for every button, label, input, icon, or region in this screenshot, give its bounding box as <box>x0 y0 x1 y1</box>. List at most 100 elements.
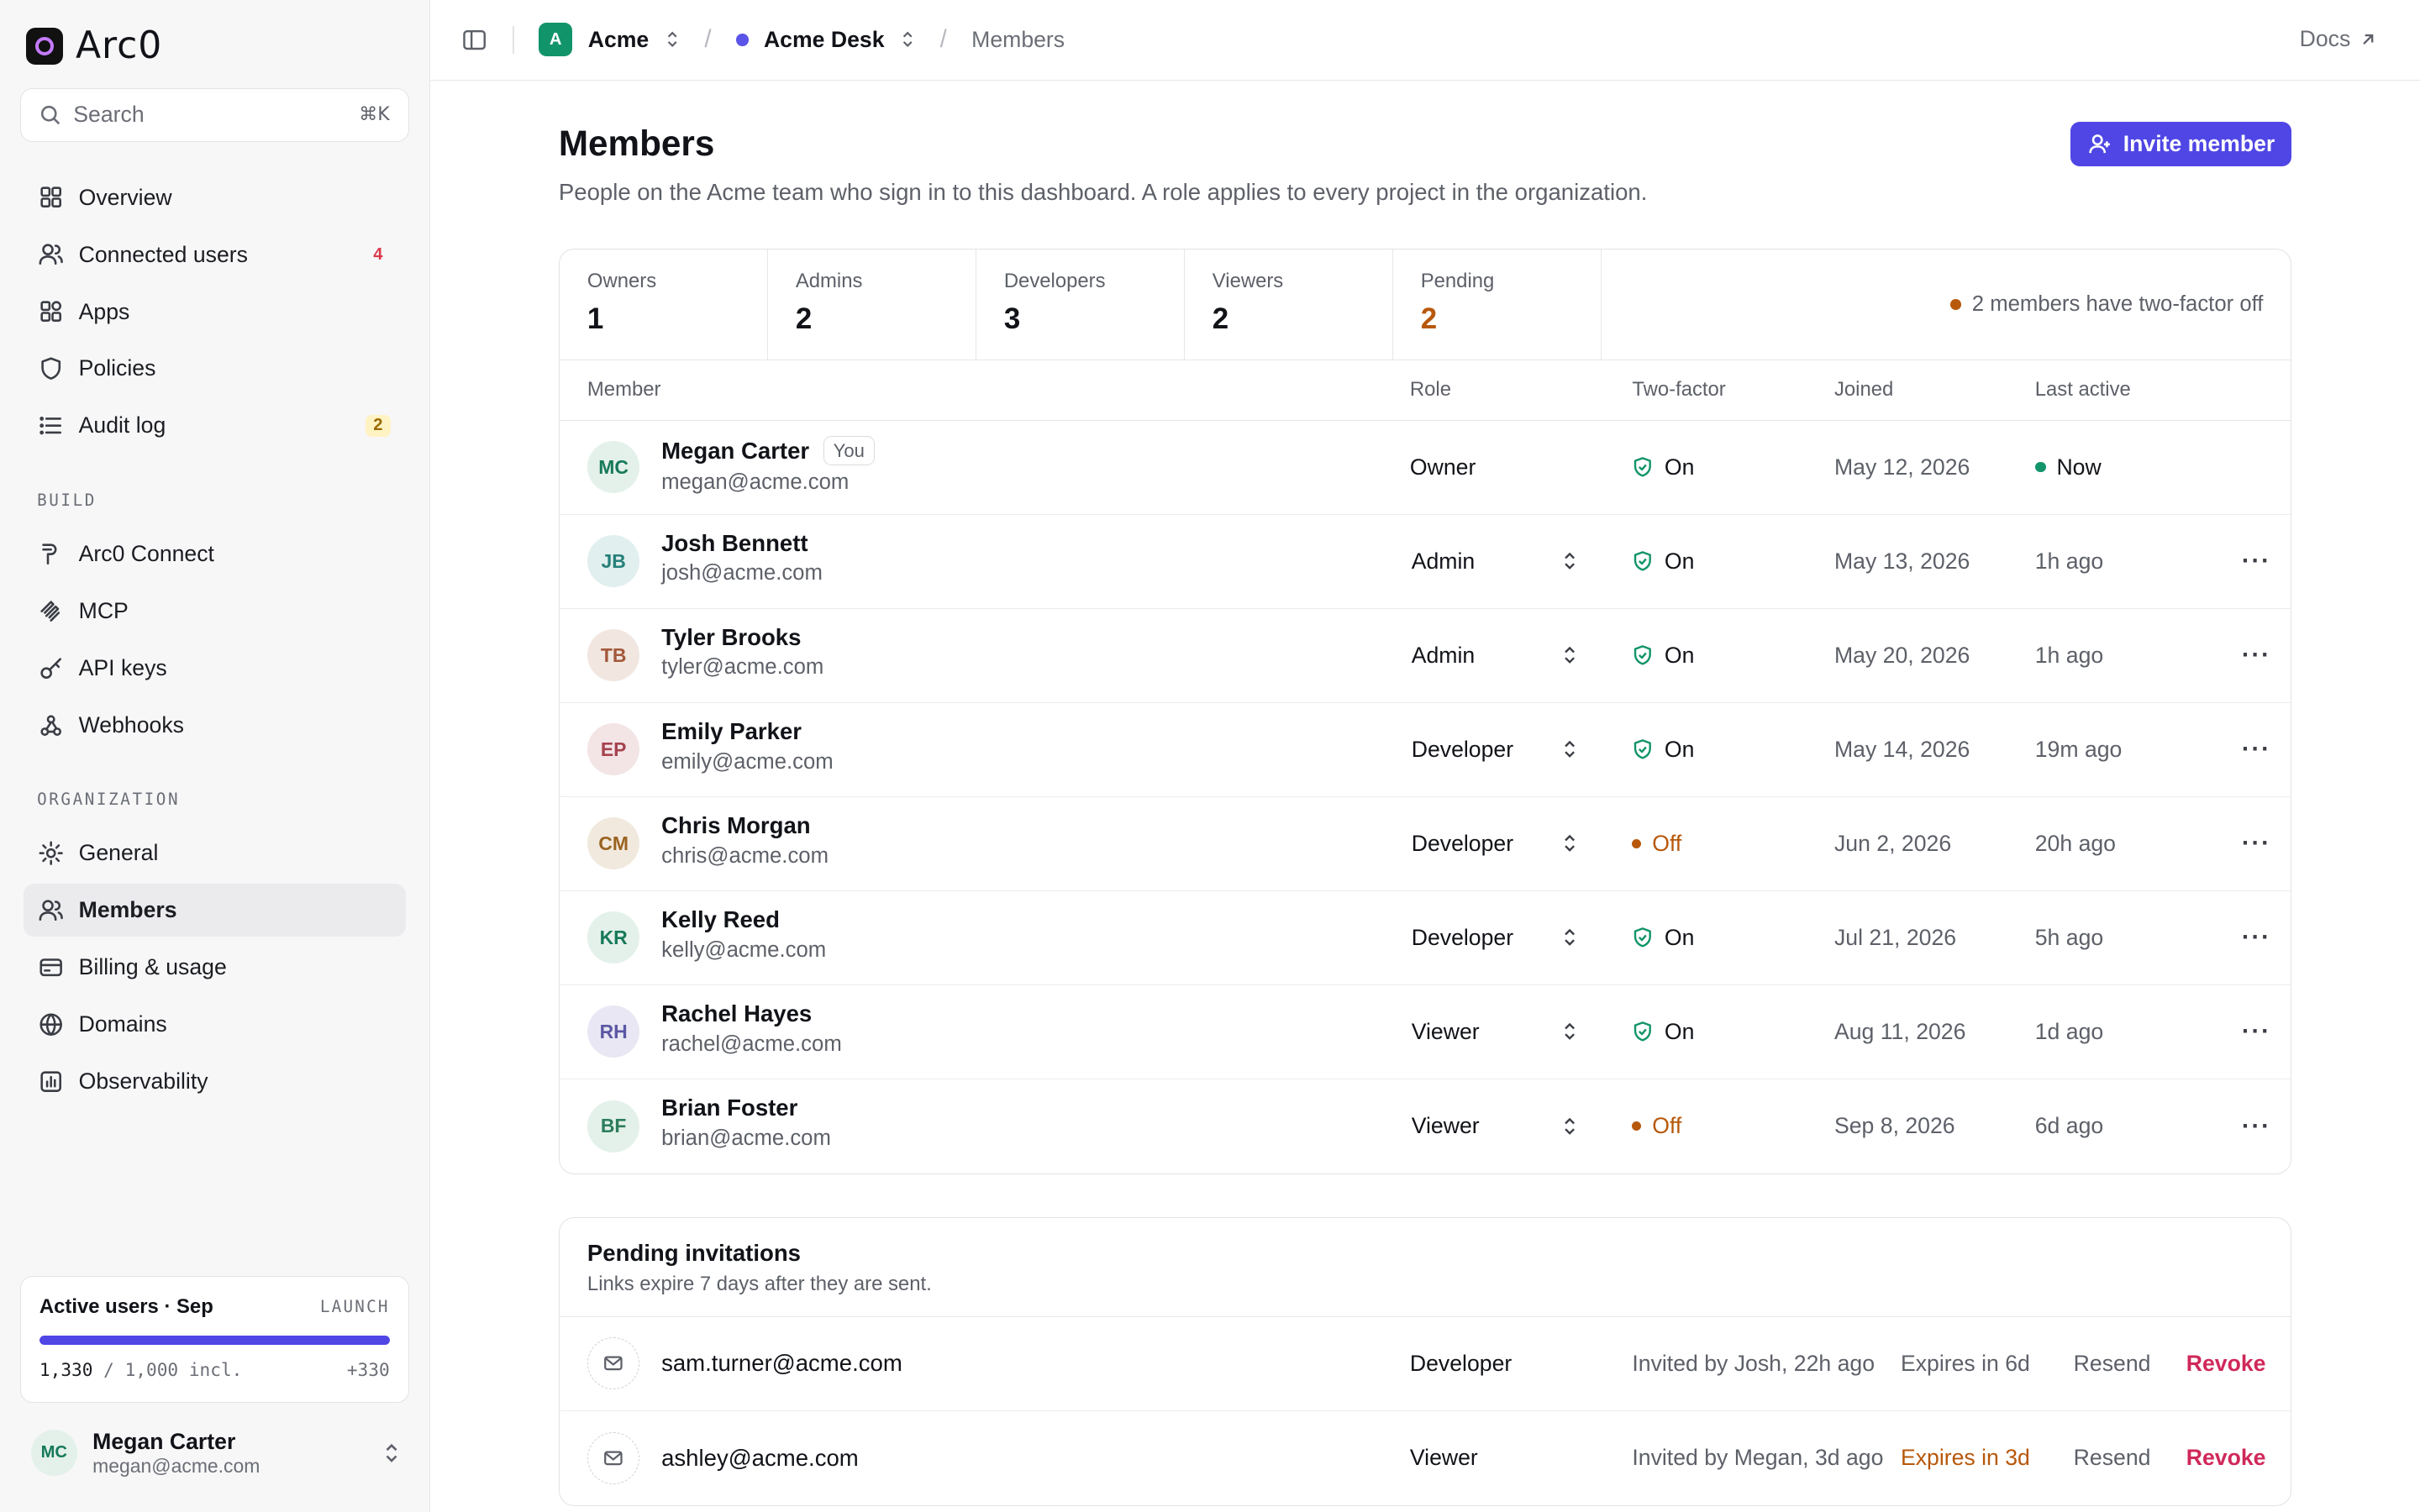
sidebar-item-arc0-connect[interactable]: Arc0 Connect <box>24 528 407 580</box>
search-input[interactable]: Search ⌘K <box>19 87 409 142</box>
member-name: Rachel Hayes <box>661 1000 813 1027</box>
two-factor-status: On <box>1632 643 1694 669</box>
last-active: 1d ago <box>2034 1018 2104 1044</box>
sidebar-item-connected-users[interactable]: Connected users 4 <box>24 228 407 281</box>
more-actions-icon[interactable]: ··· <box>2242 1112 2271 1141</box>
avatar: BF <box>587 1100 640 1152</box>
more-actions-icon[interactable]: ··· <box>2242 1017 2271 1046</box>
logo[interactable]: Arc0 <box>26 24 162 67</box>
stat-admins: Admins 2 <box>768 249 976 360</box>
list-item: sam.turner@acme.com Developer Invited by J… <box>559 1317 2291 1411</box>
chevron-updown-icon[interactable] <box>900 29 915 50</box>
revoke-button[interactable]: Revoke <box>2186 1351 2266 1377</box>
table-row: MC Megan Carter You megan@acme.com Owner On Ma… <box>559 421 2291 515</box>
sidebar-item-label: Webhooks <box>78 711 184 738</box>
usage-card[interactable]: Active users · Sep LAUNCH 1,330 / 1,000 … <box>19 1275 409 1403</box>
resend-button[interactable]: Resend <box>2074 1351 2151 1377</box>
sidebar-item-general[interactable]: General <box>24 827 407 879</box>
breadcrumb: A Acme / Acme Desk / Members <box>461 23 1065 57</box>
sidebar: Arc0 Search ⌘K Overview Connected users 4 A… <box>0 0 431 1512</box>
list-item: ashley@acme.com Viewer Invited by Megan, 3… <box>560 1411 2291 1505</box>
sidebar-item-policies[interactable]: Policies <box>24 343 407 395</box>
column-role: Role <box>1409 378 1451 402</box>
avatar: KR <box>587 911 640 964</box>
role-select[interactable]: Developer <box>1412 831 1578 857</box>
member-info: Josh Bennett josh@acme.com <box>661 530 823 586</box>
user-menu[interactable]: MC Megan Carter megan@acme.com <box>30 1429 402 1478</box>
sidebar-item-observability[interactable]: Observability <box>24 1055 407 1107</box>
role-label: Viewer <box>1411 1113 1480 1139</box>
stat-pending: Pending 2 <box>1393 249 1602 360</box>
breadcrumb-org[interactable]: Acme <box>588 27 650 53</box>
two-factor-cell: On <box>1632 454 1694 480</box>
sidebar-item-webhooks[interactable]: Webhooks <box>24 699 407 751</box>
invite-expiry: Expires in 6d <box>1900 1350 2030 1376</box>
role-select[interactable]: Developer <box>1412 925 1578 951</box>
breadcrumb-project[interactable]: Acme Desk <box>764 27 885 53</box>
stat-viewers: Viewers 2 <box>1185 249 1393 360</box>
joined-date: May 20, 2026 <box>1833 642 1970 668</box>
more-actions-icon[interactable]: ··· <box>2242 547 2271 575</box>
sidebar-item-label: Connected users <box>78 241 248 267</box>
invite-role: Viewer <box>1409 1445 1478 1471</box>
chevron-updown-icon[interactable] <box>665 29 680 50</box>
more-actions-icon[interactable]: ··· <box>2242 735 2271 764</box>
last-active-label: Now <box>2056 454 2102 480</box>
member-name: Josh Bennett <box>661 529 808 556</box>
shield-check-icon <box>1634 551 1652 571</box>
chevron-updown-icon <box>1565 647 1575 664</box>
member-email: megan@acme.com <box>661 470 850 494</box>
globe-icon <box>39 1013 62 1036</box>
sidebar-item-apps[interactable]: Apps <box>24 286 407 338</box>
chevron-updown-icon <box>1565 1117 1575 1135</box>
resend-button[interactable]: Resend <box>2074 1445 2151 1471</box>
role-select[interactable]: Admin <box>1412 549 1578 575</box>
member-name: Emily Parker <box>661 718 802 744</box>
column-last-active: Last active <box>2034 378 2131 402</box>
more-actions-icon[interactable]: ··· <box>2242 923 2271 952</box>
shield-check-icon <box>1634 927 1652 948</box>
two-factor-status: Off <box>1632 1113 1681 1139</box>
breadcrumb-separator: / <box>704 25 712 54</box>
two-factor-cell: On <box>1632 925 1694 951</box>
revoke-button[interactable]: Revoke <box>2186 1445 2266 1471</box>
sidebar-item-domains[interactable]: Domains <box>24 998 407 1050</box>
sidebar-item-label: Observability <box>78 1068 208 1095</box>
stat-label: Admins <box>795 269 863 292</box>
more-actions-icon[interactable]: ··· <box>2242 641 2271 669</box>
table-header: Member Role Two-factor Joined Last activ… <box>559 360 2291 421</box>
member-name: Kelly Reed <box>661 906 780 933</box>
invite-mail-badge <box>587 1336 640 1390</box>
two-factor-cell: Off <box>1632 1113 1681 1139</box>
sidebar-item-members[interactable]: Members <box>23 884 407 937</box>
role-select[interactable]: Viewer <box>1412 1019 1578 1045</box>
two-factor-cell: On <box>1632 549 1694 575</box>
stat-value: 3 <box>1003 302 1021 335</box>
role-label: Developer <box>1411 736 1514 762</box>
key-icon <box>40 657 61 679</box>
stat-value: 2 <box>1420 302 1438 335</box>
invite-member-button[interactable]: Invite member <box>2070 122 2292 167</box>
members-card: Owners 1 Admins 2 Developers 3 Viewers 2 Pending… <box>558 248 2292 1174</box>
invite-member-label: Invite member <box>2123 131 2275 157</box>
users-icon <box>39 244 63 265</box>
role-select[interactable]: Viewer <box>1412 1113 1578 1139</box>
role-select[interactable]: Developer <box>1412 737 1578 763</box>
sidebar-item-billing-usage[interactable]: Billing & usage <box>24 941 407 993</box>
sidebar-item-mcp[interactable]: MCP <box>24 585 407 637</box>
sidebar-item-api-keys[interactable]: API keys <box>24 642 407 694</box>
role-select[interactable]: Admin <box>1412 643 1578 669</box>
two-factor-status: On <box>1632 1019 1694 1045</box>
member-info: Brian Foster brian@acme.com <box>661 1095 831 1151</box>
sidebar-item-overview[interactable]: Overview <box>24 171 407 223</box>
table-row: KR Kelly Reed kelly@acme.com Developer On Jul… <box>559 891 2291 985</box>
more-actions-icon[interactable]: ··· <box>2242 829 2271 858</box>
sidebar-item-audit-log[interactable]: Audit log 2 <box>24 400 407 452</box>
page-description: People on the Acme team who sign in to t… <box>558 179 1648 206</box>
sidebar-toggle-icon[interactable] <box>461 27 487 53</box>
member-name: Megan Carter <box>661 437 810 464</box>
members-table: MC Megan Carter You megan@acme.com Owner On Ma… <box>559 421 2291 1173</box>
sidebar-item-label: General <box>78 840 159 866</box>
online-dot-icon <box>2034 461 2046 473</box>
docs-link[interactable]: Docs <box>2300 26 2377 52</box>
